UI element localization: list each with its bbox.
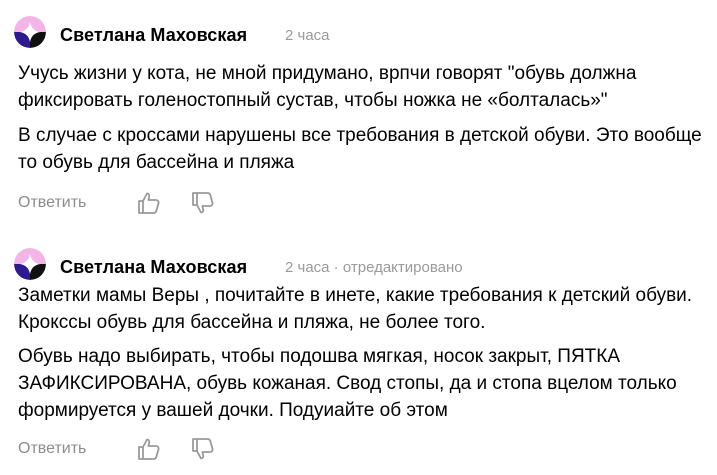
comment-paragraph: Заметки мамы Веры , почитайте в инете, к… xyxy=(18,285,693,333)
thumbs-up-icon[interactable] xyxy=(136,190,162,216)
comment-paragraph: Обувь надо выбирать, чтобы подошва мягка… xyxy=(18,346,677,421)
comment-paragraph: В случае с кроссами нарушены все требова… xyxy=(18,125,702,173)
author-name[interactable]: Светлана Маховская xyxy=(60,257,247,278)
reply-button[interactable]: Ответить xyxy=(18,440,86,458)
avatar-image xyxy=(14,16,46,48)
avatar[interactable] xyxy=(14,16,46,48)
thumbs-down-icon[interactable] xyxy=(190,436,216,462)
thumbs-down-icon[interactable] xyxy=(190,190,216,216)
comment-time: 2 часа · отредактировано xyxy=(285,259,463,276)
author-name[interactable]: Светлана Маховская xyxy=(60,25,247,46)
avatar-image xyxy=(14,248,46,280)
comment-time: 2 часа xyxy=(285,27,330,44)
comment-actions: Ответить xyxy=(18,190,318,218)
comment-paragraph: Учусь жизни у кота, не мной придумано, в… xyxy=(18,63,637,111)
thumbs-up-icon[interactable] xyxy=(136,436,162,462)
comment-actions: Ответить xyxy=(18,436,318,464)
reply-button[interactable]: Ответить xyxy=(18,194,86,212)
avatar[interactable] xyxy=(14,248,46,280)
